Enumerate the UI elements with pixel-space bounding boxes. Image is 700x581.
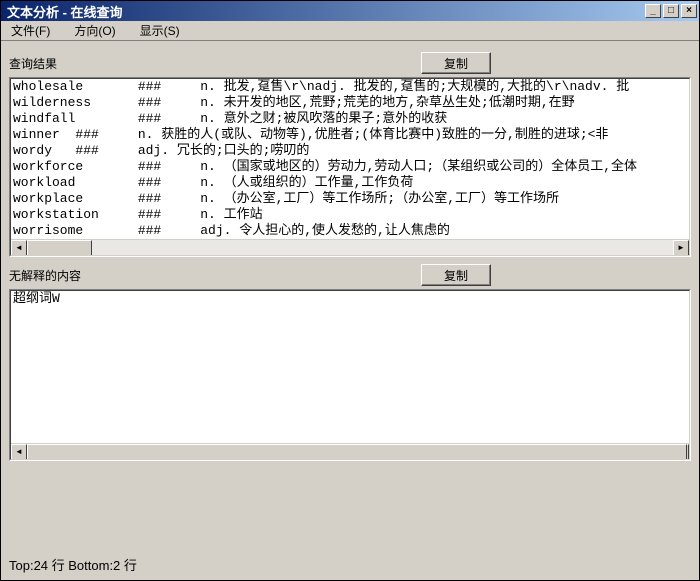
title-bar: 文本分析 - 在线查询 _ □ × (1, 1, 699, 21)
client-area: 查询结果 复制 wholesale ### n. 批发,趸售\r\nadj. 批… (1, 41, 699, 461)
window-title: 文本分析 - 在线查询 (3, 2, 645, 21)
menu-bar: 文件(F) 方向(O) 显示(S) (1, 21, 699, 41)
unexplained-content[interactable]: 超纲词W (11, 291, 689, 443)
results-header: 查询结果 复制 (9, 49, 691, 77)
scroll-left-icon[interactable]: ◄ (11, 240, 27, 256)
unexplained-textbox[interactable]: 超纲词W ◄ ► (9, 289, 691, 461)
copy-unexplained-button[interactable]: 复制 (421, 264, 491, 286)
window-controls: _ □ × (645, 4, 697, 18)
minimize-button[interactable]: _ (645, 4, 661, 18)
scroll-track[interactable] (27, 240, 673, 255)
menu-display[interactable]: 显示(S) (134, 20, 186, 41)
maximize-button[interactable]: □ (663, 4, 679, 18)
close-button[interactable]: × (681, 4, 697, 18)
copy-results-button[interactable]: 复制 (421, 52, 491, 74)
status-bar: Top:24 行 Bottom:2 行 (9, 555, 137, 574)
menu-direction[interactable]: 方向(O) (68, 20, 121, 41)
scroll-right-icon[interactable]: ► (673, 240, 689, 256)
scroll-track[interactable] (27, 444, 673, 459)
results-hscrollbar[interactable]: ◄ ► (11, 239, 689, 255)
unexplained-hscrollbar[interactable]: ◄ ► (11, 443, 689, 459)
results-content[interactable]: wholesale ### n. 批发,趸售\r\nadj. 批发的,趸售的;大… (11, 79, 689, 239)
menu-file[interactable]: 文件(F) (5, 20, 56, 41)
results-textbox[interactable]: wholesale ### n. 批发,趸售\r\nadj. 批发的,趸售的;大… (9, 77, 691, 257)
results-label: 查询结果 (9, 55, 57, 72)
scroll-left-icon[interactable]: ◄ (11, 444, 27, 460)
scroll-thumb[interactable] (27, 444, 687, 460)
unexplained-header: 无解释的内容 复制 (9, 261, 691, 289)
unexplained-label: 无解释的内容 (9, 267, 81, 284)
scroll-thumb[interactable] (27, 240, 92, 256)
